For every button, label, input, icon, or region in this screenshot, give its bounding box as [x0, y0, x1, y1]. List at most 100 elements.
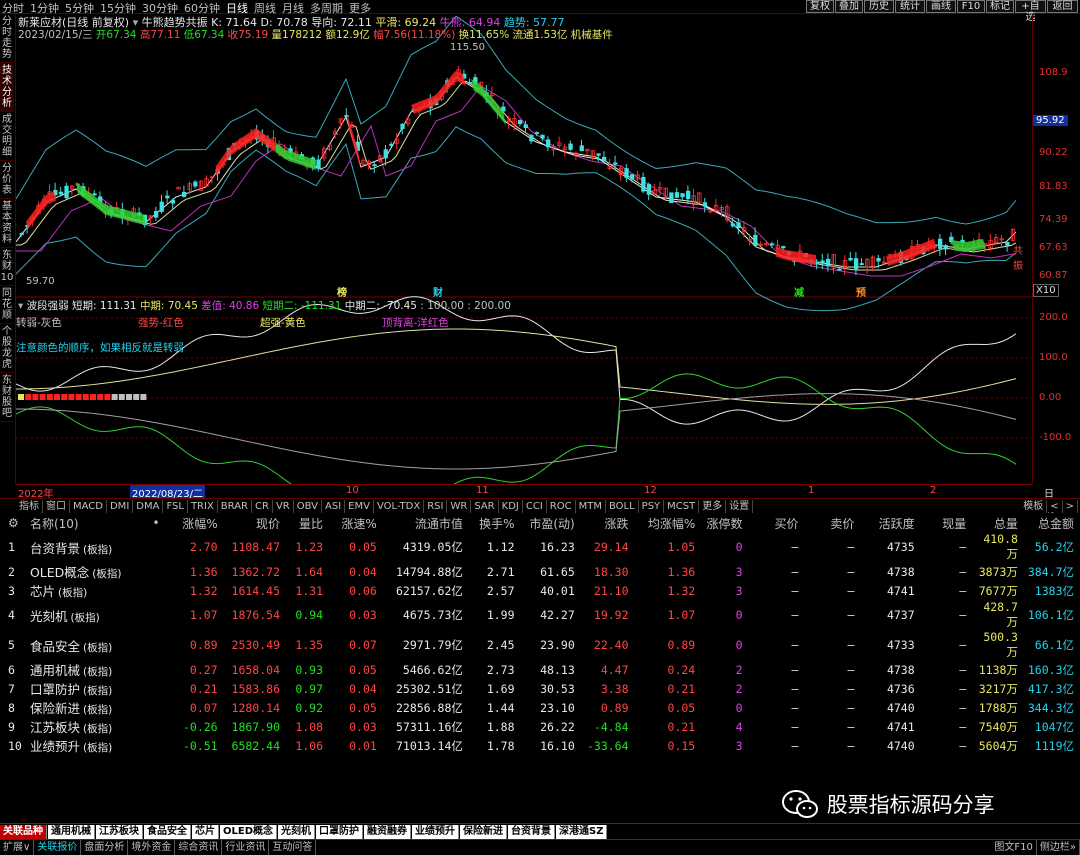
top-button-1[interactable]: 叠加 — [835, 0, 863, 13]
indicator-tab-3[interactable]: DMI — [107, 500, 134, 513]
row-name[interactable]: 台资背景 (板指) — [30, 532, 166, 562]
indicator-tab-20[interactable]: MTM — [576, 500, 606, 513]
sector-name[interactable]: 芯片 — [30, 584, 55, 599]
related-tab-5[interactable]: OLED概念 — [220, 825, 278, 839]
col-header-0[interactable]: 名称(10) — [30, 514, 133, 532]
indicator-tab-15[interactable]: WR — [447, 500, 472, 513]
table-row[interactable]: 9 江苏板块 (板指) -0.26 1867.90 1.08 0.03 57311.16亿 1.… — [0, 717, 1080, 736]
indicator-tab-7[interactable]: BRAR — [218, 500, 252, 513]
top-button-8[interactable]: 返回 — [1047, 0, 1078, 13]
table-row[interactable]: 6 通用机械 (板指) 0.27 1658.04 0.93 0.05 5466.62亿 2.73… — [0, 660, 1080, 679]
indicator-tab-21[interactable]: BOLL — [606, 500, 639, 513]
related-tab-7[interactable]: 口罩防护 — [316, 825, 364, 839]
indicator-tab-0[interactable]: 指标 — [16, 500, 43, 513]
related-tab-9[interactable]: 业绩预升 — [412, 825, 460, 839]
row-name[interactable]: 光刻机 (板指) — [30, 600, 166, 630]
col-header-15[interactable]: 现量 — [921, 514, 973, 532]
zoom-label[interactable]: X10 — [1033, 284, 1059, 297]
table-row[interactable]: 3 芯片 (板指) 1.32 1614.45 1.31 0.06 62157.62亿 2.57 4… — [0, 581, 1080, 600]
sub-title[interactable]: 波段强弱 — [27, 300, 69, 312]
indicator-tab-8[interactable]: CR — [252, 500, 273, 513]
top-button-5[interactable]: F10 — [957, 0, 985, 13]
related-tab-12[interactable]: 深港通SZ — [556, 825, 608, 839]
top-button-7[interactable]: +自选 — [1015, 0, 1046, 23]
indicator-tab-2[interactable]: MACD — [70, 500, 107, 513]
status-right-0[interactable]: 图文F10 — [991, 840, 1037, 855]
col-header-6[interactable]: 流通市值 — [383, 514, 469, 532]
row-name[interactable]: 口罩防护 (板指) — [30, 679, 166, 698]
row-name[interactable]: 江苏板块 (板指) — [30, 717, 166, 736]
indicator-tab-11[interactable]: ASI — [322, 500, 346, 513]
table-row[interactable]: 10 业绩预升 (板指) -0.51 6582.44 1.06 0.01 71013.14亿 1… — [0, 736, 1080, 755]
left-tab-3[interactable]: 分价表 — [0, 161, 14, 199]
col-header-12[interactable]: 买价 — [749, 514, 805, 532]
related-tab-3[interactable]: 食品安全 — [144, 825, 191, 839]
indicator-tab-1[interactable]: 窗口 — [43, 500, 70, 513]
col-header-5[interactable]: 涨速% — [329, 514, 383, 532]
table-row[interactable]: 2 OLED概念 (板指) 1.36 1362.72 1.64 0.04 14794.88亿 2… — [0, 562, 1080, 581]
left-tab-4[interactable]: 基本资料 — [0, 199, 14, 248]
left-tab-8[interactable]: 东财股吧 — [0, 373, 14, 422]
chart-canvas[interactable] — [15, 14, 1032, 502]
top-button-3[interactable]: 统计 — [895, 0, 925, 13]
sub-dropdown-icon[interactable]: ▾ — [18, 300, 23, 312]
col-header-1[interactable]: • — [133, 514, 165, 532]
related-tab-8[interactable]: 融资融券 — [364, 825, 412, 839]
related-tab-1[interactable]: 通用机械 — [48, 825, 95, 839]
top-button-2[interactable]: 历史 — [864, 0, 894, 13]
related-tab-10[interactable]: 保险新进 — [460, 825, 508, 839]
status-tab-5[interactable]: 行业资讯 — [222, 840, 270, 855]
indicator-tab-9[interactable]: VR — [273, 500, 294, 513]
row-name[interactable]: 食品安全 (板指) — [30, 630, 166, 660]
sector-name[interactable]: 保险新进 — [30, 701, 80, 716]
status-tab-2[interactable]: 盘面分析 — [81, 840, 129, 855]
indicator-tab-22[interactable]: PSY — [639, 500, 665, 513]
status-tab-3[interactable]: 境外资金 — [128, 840, 176, 855]
top-button-0[interactable]: 复权 — [806, 0, 834, 13]
toolbar-right-2[interactable]: > — [1063, 500, 1078, 513]
status-right-1[interactable]: 侧边栏» — [1037, 840, 1080, 855]
col-header-3[interactable]: 现价 — [224, 514, 286, 532]
related-tab-4[interactable]: 芯片 — [192, 825, 219, 839]
col-header-10[interactable]: 均涨幅% — [635, 514, 702, 532]
table-row[interactable]: 7 口罩防护 (板指) 0.21 1583.86 0.97 0.04 25302.51亿 1.6… — [0, 679, 1080, 698]
col-header-4[interactable]: 量比 — [286, 514, 329, 532]
col-header-2[interactable]: 涨幅% — [166, 514, 224, 532]
sector-name[interactable]: 台资背景 — [30, 541, 80, 556]
col-header-11[interactable]: 涨停数 — [701, 514, 748, 532]
left-tab-6[interactable]: 同花顺 — [0, 286, 14, 324]
indicator-tab-19[interactable]: ROC — [547, 500, 576, 513]
sector-name[interactable]: 通用机械 — [30, 663, 80, 678]
indicator-tab-16[interactable]: SAR — [471, 500, 499, 513]
left-tab-1[interactable]: 技术分析 — [0, 63, 14, 112]
indicator-tab-12[interactable]: EMV — [345, 500, 374, 513]
sector-name[interactable]: 江苏板块 — [30, 720, 80, 735]
indicator-tab-25[interactable]: 设置 — [726, 500, 754, 513]
indicator-tab-23[interactable]: MCST — [664, 500, 700, 513]
left-tab-0[interactable]: 分时走势 — [0, 14, 14, 63]
toolbar-right-0[interactable]: 模板 — [1020, 500, 1048, 513]
left-tab-2[interactable]: 成交明细 — [0, 112, 14, 161]
row-name[interactable]: 保险新进 (板指) — [30, 698, 166, 717]
status-tab-6[interactable]: 互动问答 — [269, 840, 317, 855]
col-header-13[interactable]: 卖价 — [804, 514, 860, 532]
left-tab-7[interactable]: 个股龙虎 — [0, 324, 14, 373]
col-header-16[interactable]: 总量 — [972, 514, 1024, 532]
indicator-tab-24[interactable]: 更多 — [699, 500, 727, 513]
table-row[interactable]: 4 光刻机 (板指) 1.07 1876.54 0.94 0.03 4675.73亿 1.99 4… — [0, 600, 1080, 630]
status-tab-0[interactable]: 扩展∨ — [0, 840, 35, 855]
row-name[interactable]: 业绩预升 (板指) — [30, 736, 166, 755]
col-header-8[interactable]: 市盈(动) — [521, 514, 581, 532]
top-button-6[interactable]: 标记 — [986, 0, 1014, 13]
related-tab-2[interactable]: 江苏板块 — [96, 825, 143, 839]
indicator-tab-5[interactable]: FSL — [163, 500, 188, 513]
status-tab-1[interactable]: 关联报价 — [34, 840, 82, 855]
col-header-17[interactable]: 总金额 — [1024, 514, 1080, 532]
indicator-tab-13[interactable]: VOL-TDX — [374, 500, 425, 513]
related-tab-6[interactable]: 光刻机 — [278, 825, 316, 839]
table-row[interactable]: 8 保险新进 (板指) 0.07 1280.14 0.92 0.05 22856.88亿 1.4… — [0, 698, 1080, 717]
status-tab-4[interactable]: 综合资讯 — [175, 840, 223, 855]
row-name[interactable]: 通用机械 (板指) — [30, 660, 166, 679]
left-tab-5[interactable]: 东财10 — [0, 248, 14, 286]
sector-name[interactable]: 食品安全 — [30, 639, 80, 654]
